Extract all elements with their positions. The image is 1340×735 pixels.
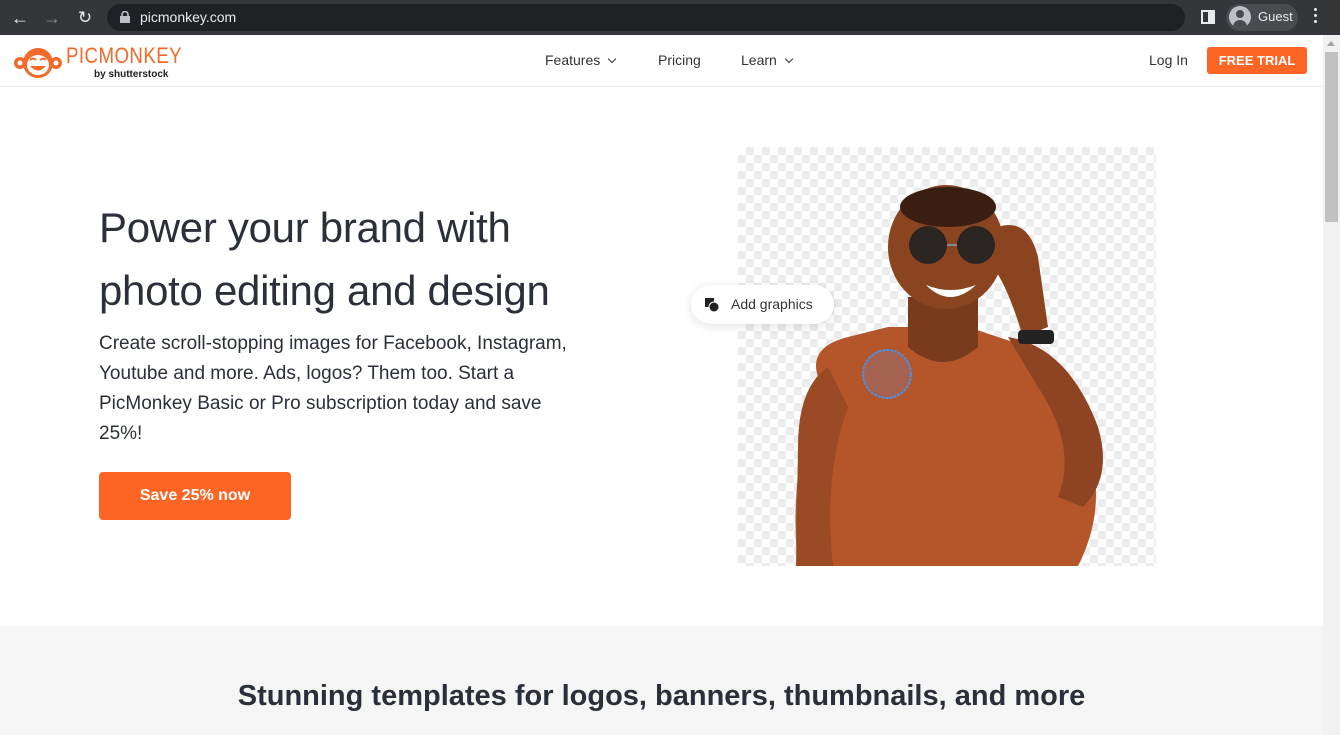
picmonkey-logo[interactable]: PICMONKEY by shutterstock xyxy=(13,43,182,83)
chevron-down-icon xyxy=(784,54,794,64)
add-graphics-label: Add graphics xyxy=(731,296,813,312)
nav-features[interactable]: Features xyxy=(545,52,617,68)
kebab-menu-icon[interactable] xyxy=(1314,8,1318,26)
site-header: PICMONKEY by shutterstock Features Prici… xyxy=(0,35,1323,87)
profile-button[interactable]: Guest xyxy=(1226,4,1298,31)
nav-learn-label: Learn xyxy=(741,52,777,68)
graphics-shapes-icon xyxy=(705,298,720,313)
hero-description: Create scroll-stopping images for Facebo… xyxy=(99,333,567,444)
browser-toolbar: ← → ↻ picmonkey.com Guest xyxy=(0,0,1340,35)
templates-title: Stunning templates for logos, banners, t… xyxy=(237,680,1086,712)
brush-cursor-circle xyxy=(862,349,912,399)
hero-image xyxy=(738,147,1156,566)
free-trial-button[interactable]: FREE TRIAL xyxy=(1207,47,1307,74)
nav-learn[interactable]: Learn xyxy=(741,52,794,68)
back-arrow-icon[interactable]: ← xyxy=(8,6,32,30)
logo-wordmark: PICMONKEY xyxy=(66,43,183,68)
avatar-icon xyxy=(1229,6,1251,28)
reload-icon[interactable]: ↻ xyxy=(73,6,97,30)
forward-arrow-icon[interactable]: → xyxy=(40,6,64,30)
url-text[interactable]: picmonkey.com xyxy=(140,9,236,25)
hero-title-line-1: Power your brand with xyxy=(99,204,511,251)
monkey-logo-icon xyxy=(14,48,62,78)
logo-byline: by shutterstock xyxy=(94,69,169,80)
chevron-down-icon xyxy=(608,54,617,64)
add-graphics-tooltip: Add graphics xyxy=(691,285,834,324)
nav-pricing-label: Pricing xyxy=(658,52,701,68)
scroll-up-arrow-icon[interactable] xyxy=(1327,41,1335,46)
lock-icon xyxy=(120,11,130,23)
hero-title: Power your brand with photo editing and … xyxy=(99,196,659,322)
nav-features-label: Features xyxy=(545,52,601,68)
address-bar[interactable]: picmonkey.com xyxy=(107,4,1185,31)
page-scrollbar[interactable] xyxy=(1323,35,1340,735)
templates-section: Stunning templates for logos, banners, t… xyxy=(0,626,1323,735)
hero-title-line-2: photo editing and design xyxy=(99,267,550,314)
login-link[interactable]: Log In xyxy=(1149,52,1188,68)
nav-pricing[interactable]: Pricing xyxy=(658,52,701,68)
scrollbar-thumb[interactable] xyxy=(1325,52,1338,222)
side-panel-icon[interactable] xyxy=(1201,10,1215,24)
save-now-button[interactable]: Save 25% now xyxy=(99,472,291,520)
profile-label: Guest xyxy=(1258,9,1293,24)
woman-illustration xyxy=(795,185,1103,566)
